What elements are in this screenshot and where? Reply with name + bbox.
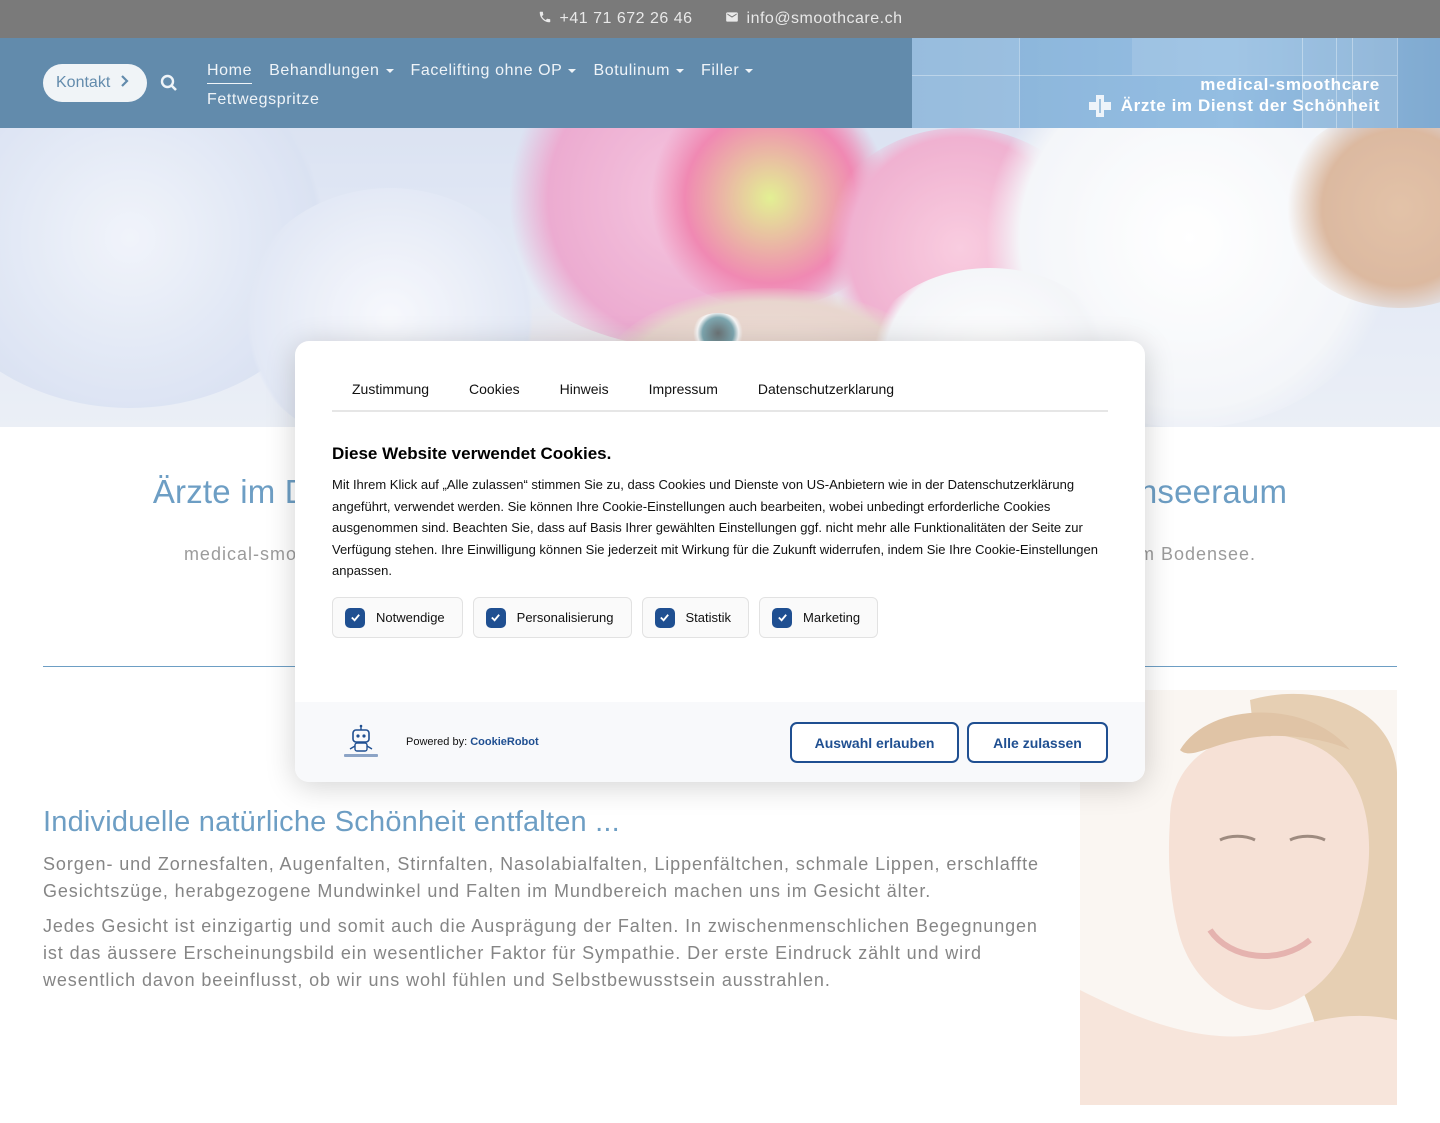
- tab-datenschutz[interactable]: Datenschutzerklarung: [738, 377, 914, 412]
- cookie-title: Diese Website verwendet Cookies.: [332, 444, 612, 463]
- powered-by-text: Powered by: CookieRobot: [406, 736, 539, 748]
- checkmark-icon: [654, 607, 675, 628]
- cookie-category-checkboxes: Notwendige Personalisierung Statistik Ma…: [332, 597, 879, 638]
- tab-zustimmung[interactable]: Zustimmung: [332, 377, 449, 412]
- allow-selection-button[interactable]: Auswahl erlauben: [790, 722, 959, 763]
- checkbox-notwendige[interactable]: Notwendige: [332, 597, 463, 638]
- checkbox-statistik[interactable]: Statistik: [641, 597, 750, 638]
- cookierobot-logo-icon: [340, 724, 382, 760]
- allow-all-button[interactable]: Alle zulassen: [967, 722, 1108, 763]
- cookie-dialog-footer: Powered by: CookieRobot Auswahl erlauben…: [295, 702, 1145, 782]
- checkmark-icon: [485, 607, 506, 628]
- tab-cookies[interactable]: Cookies: [449, 377, 540, 412]
- cookie-description: Mit Ihrem Klick auf „Alle zulassen“ stim…: [332, 477, 1098, 578]
- checkmark-icon: [345, 607, 365, 628]
- cookie-tabs: Zustimmung Cookies Hinweis Impressum Dat…: [332, 377, 1108, 412]
- checkbox-personalisierung[interactable]: Personalisierung: [472, 597, 632, 638]
- tab-hinweis[interactable]: Hinweis: [540, 377, 629, 412]
- checkmark-icon: [772, 607, 793, 628]
- checkbox-marketing[interactable]: Marketing: [759, 597, 879, 638]
- tab-impressum[interactable]: Impressum: [629, 377, 738, 412]
- cookierobot-link[interactable]: CookieRobot: [470, 736, 538, 748]
- cookie-consent-dialog: Zustimmung Cookies Hinweis Impressum Dat…: [295, 341, 1145, 782]
